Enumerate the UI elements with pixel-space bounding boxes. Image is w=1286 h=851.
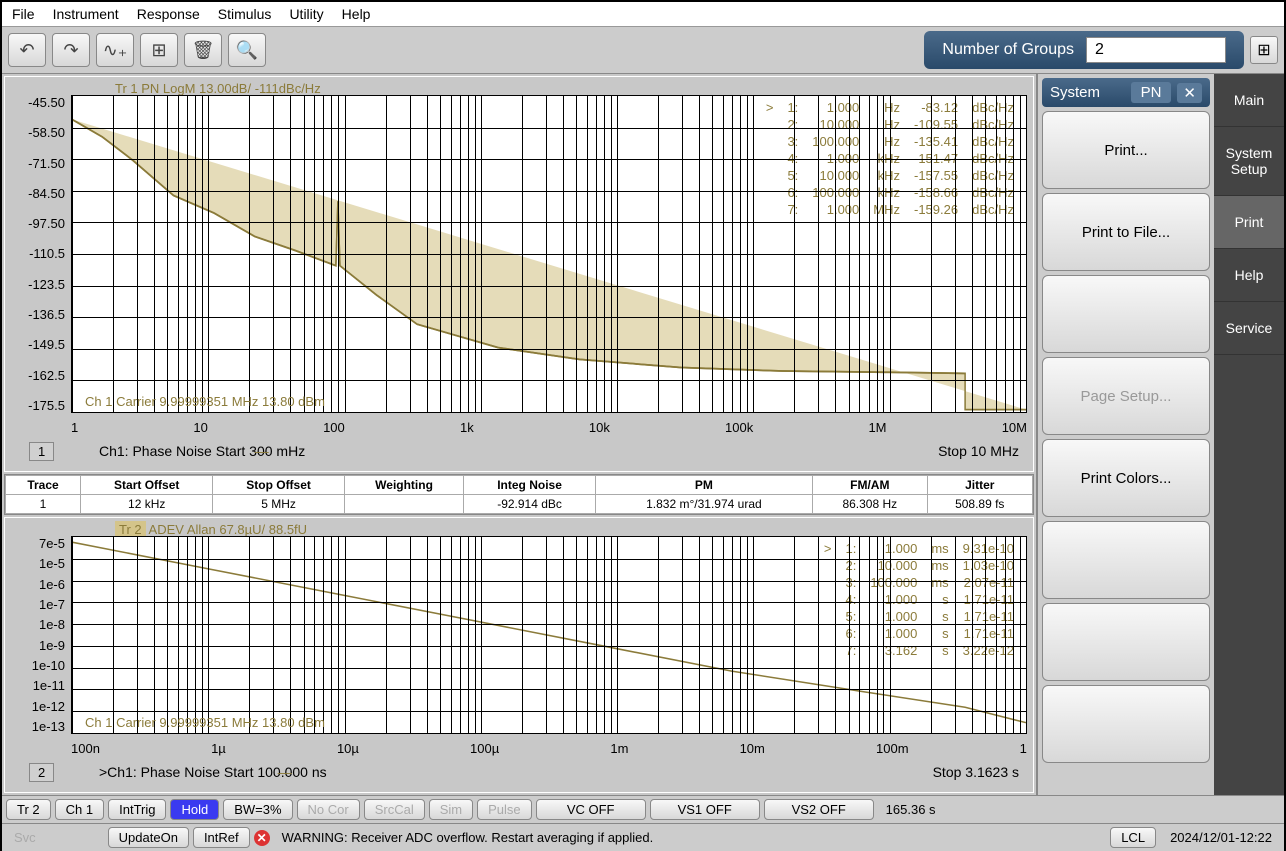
plot2-grid[interactable]: >1:1.000ms9.31e-102:10.000ms1.03e-103:10…: [71, 536, 1027, 734]
side-button-1[interactable]: Print to File...: [1042, 193, 1210, 271]
groups-input[interactable]: [1086, 37, 1226, 63]
menu-utility[interactable]: Utility: [289, 6, 323, 22]
plot1-grid[interactable]: >1:1.000Hz-83.12dBc/Hz2:10.000Hz-109.55d…: [71, 95, 1027, 413]
status-nocor[interactable]: No Cor: [297, 799, 360, 820]
plot1-xaxis: 1101001k10k100k1M10M: [71, 420, 1027, 435]
status-sim[interactable]: Sim: [429, 799, 473, 820]
plot1-carrier: Ch 1 Carrier 9.99999351 MHz 13.80 dBm: [85, 394, 325, 409]
side-button-2[interactable]: [1042, 275, 1210, 353]
plot2-channel-label[interactable]: 2: [29, 763, 54, 782]
plot1-yaxis: -45.50-58.50-71.50-84.50-97.50-110.5-123…: [9, 95, 69, 413]
status-vc[interactable]: VC OFF: [536, 799, 646, 820]
warning-text: WARNING: Receiver ADC overflow. Restart …: [274, 828, 662, 847]
menu-help[interactable]: Help: [342, 6, 371, 22]
status-bar-2: Svc UpdateOn IntRef ✕ WARNING: Receiver …: [2, 823, 1284, 851]
menu-file[interactable]: File: [12, 6, 35, 22]
side-button-4[interactable]: Print Colors...: [1042, 439, 1210, 517]
status-update[interactable]: UpdateOn: [108, 827, 189, 848]
status-vs1[interactable]: VS1 OFF: [650, 799, 760, 820]
toolbar: ↶ ↷ ∿₊ ⊞ 🗑 🔍 Number of Groups ⊞: [2, 27, 1284, 74]
plot1-channel-label[interactable]: 1: [29, 442, 54, 461]
side-title: System: [1050, 84, 1100, 101]
redo-button[interactable]: ↷: [52, 33, 90, 67]
status-pulse[interactable]: Pulse: [477, 799, 532, 820]
status-lcl[interactable]: LCL: [1110, 827, 1156, 848]
plot2-yaxis: 7e-51e-51e-61e-71e-81e-91e-101e-111e-121…: [9, 536, 69, 734]
plot2-markers: >1:1.000ms9.31e-102:10.000ms1.03e-103:10…: [816, 539, 1022, 660]
side-tag[interactable]: PN: [1131, 82, 1172, 103]
plot-phase-noise[interactable]: Tr 1 PN LogM 13.00dB/ -111dBc/Hz -45.50-…: [4, 76, 1034, 472]
status-bar-1: Tr 2 Ch 1 IntTrig Hold BW=3% No Cor SrcC…: [2, 795, 1284, 823]
zoom-button[interactable]: 🔍: [228, 33, 266, 67]
keypad-button[interactable]: ⊞: [1250, 36, 1278, 64]
side-tabs: MainSystem SetupPrintHelpService: [1214, 74, 1284, 795]
plot2-start: >Ch1: Phase Noise Start 100.000 ns: [99, 764, 327, 780]
warning-icon: ✕: [254, 830, 270, 846]
menu-instrument[interactable]: Instrument: [53, 6, 119, 22]
side-button-5[interactable]: [1042, 521, 1210, 599]
groups-panel: Number of Groups: [924, 31, 1244, 69]
plot2-stop: Stop 3.1623 s: [933, 764, 1019, 780]
status-svc: Svc: [6, 828, 44, 847]
side-header: System PN ✕: [1042, 78, 1210, 107]
plot-allan-dev[interactable]: Tr 2 ADEV Allan 67.8µU/ 88.5fU 7e-51e-51…: [4, 517, 1034, 793]
plot2-carrier: Ch 1 Carrier 9.99999351 MHz 13.80 dBm: [85, 715, 325, 730]
side-button-7[interactable]: [1042, 685, 1210, 763]
side-button-3[interactable]: Page Setup...: [1042, 357, 1210, 435]
side-tab-print[interactable]: Print: [1214, 196, 1284, 249]
status-trigger[interactable]: IntTrig: [108, 799, 166, 820]
measurement-table: TraceStart OffsetStop OffsetWeightingInt…: [4, 474, 1034, 515]
plot1-stop: Stop 10 MHz: [938, 443, 1019, 459]
menu-bar: File Instrument Response Stimulus Utilit…: [2, 2, 1284, 27]
status-bw[interactable]: BW=3%: [223, 799, 292, 820]
side-panel: System PN ✕ Print...Print to File... Page…: [1036, 74, 1284, 795]
add-trace-button[interactable]: ∿₊: [96, 33, 134, 67]
undo-button[interactable]: ↶: [8, 33, 46, 67]
side-tab-service[interactable]: Service: [1214, 302, 1284, 355]
status-intref[interactable]: IntRef: [193, 827, 250, 848]
side-tab-system-setup[interactable]: System Setup: [1214, 127, 1284, 196]
status-datetime: 2024/12/01-12:22: [1162, 828, 1280, 847]
status-srccal[interactable]: SrcCal: [364, 799, 425, 820]
status-vs2[interactable]: VS2 OFF: [764, 799, 874, 820]
plot2-xaxis: 100n1µ10µ100µ1m10m100m1: [71, 741, 1027, 756]
menu-response[interactable]: Response: [137, 6, 200, 22]
side-tab-help[interactable]: Help: [1214, 249, 1284, 302]
plot1-start: Ch1: Phase Noise Start 300 mHz: [99, 443, 305, 459]
groups-label: Number of Groups: [942, 41, 1074, 59]
status-time: 165.36 s: [878, 800, 944, 819]
menu-stimulus[interactable]: Stimulus: [218, 6, 272, 22]
side-button-6[interactable]: [1042, 603, 1210, 681]
layout-button[interactable]: ⊞: [140, 33, 178, 67]
status-trace[interactable]: Tr 2: [6, 799, 51, 820]
status-channel[interactable]: Ch 1: [55, 799, 104, 820]
side-button-0[interactable]: Print...: [1042, 111, 1210, 189]
side-tab-main[interactable]: Main: [1214, 74, 1284, 127]
status-hold[interactable]: Hold: [170, 799, 219, 820]
close-icon[interactable]: ✕: [1177, 83, 1202, 103]
delete-button[interactable]: 🗑: [184, 33, 222, 67]
